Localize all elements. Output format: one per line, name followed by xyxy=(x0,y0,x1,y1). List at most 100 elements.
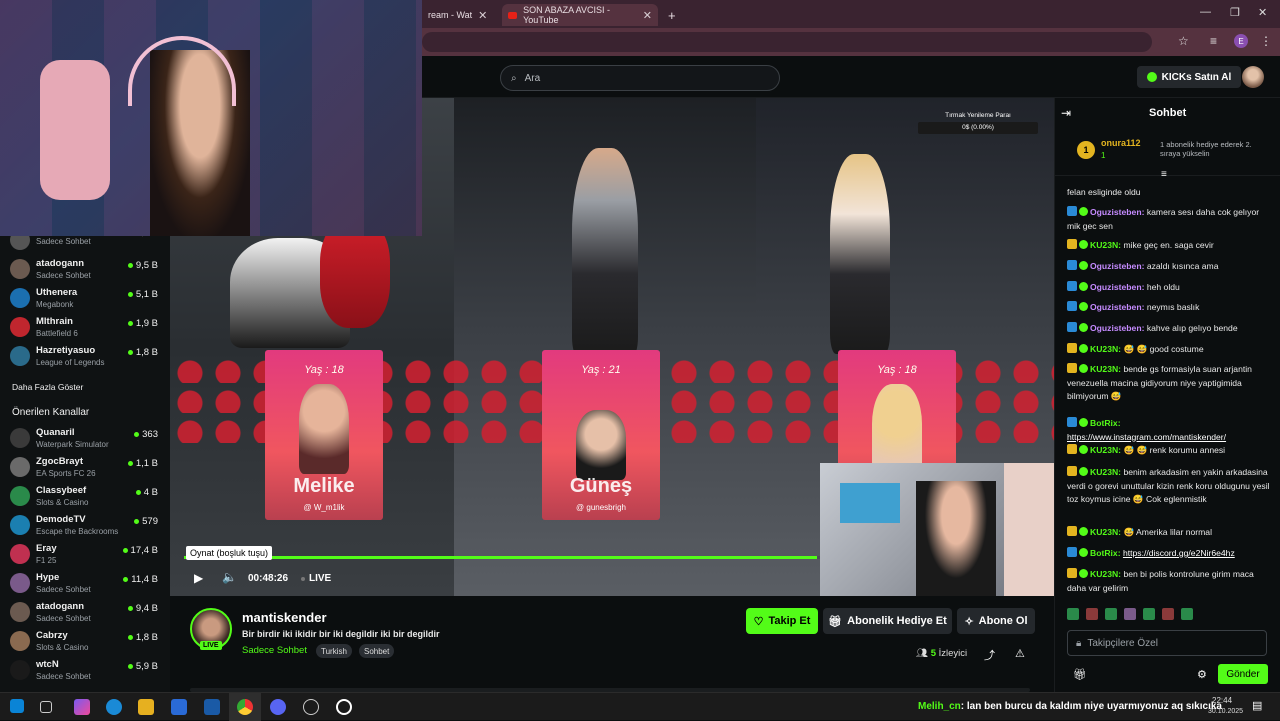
browser-tab-youtube[interactable]: SON ABAZA AVCISI - YouTube ✕ xyxy=(502,4,658,26)
channel-name: Uthenera xyxy=(36,287,78,298)
contestant-photo xyxy=(576,410,626,480)
task-view-icon[interactable] xyxy=(40,701,52,713)
browser-tab[interactable]: ream - Wat ✕ xyxy=(422,4,493,26)
obs-icon[interactable] xyxy=(303,699,319,715)
sidebar-channel[interactable]: Eray F1 25 17,4 B xyxy=(10,541,162,569)
chat-username[interactable]: KU23N: xyxy=(1090,467,1121,477)
sidebar-channel[interactable]: wtcN Sadece Sohbet 5,9 B xyxy=(10,657,162,685)
chat-input[interactable]: 🔒︎ Takipçilere Özel xyxy=(1067,630,1267,656)
kicks-coin-icon xyxy=(1146,72,1157,82)
viewer-count: 9,4 B xyxy=(127,603,158,614)
avatar xyxy=(10,515,30,535)
sidebar-channel[interactable]: Quanaril Waterpark Simulator 363 xyxy=(10,425,162,453)
gift-sub-button[interactable]: 🎁︎ Abonelik Hediye Et xyxy=(823,608,952,634)
card-handle: @ W_m1lik xyxy=(303,503,345,512)
chat-username[interactable]: KU23N: xyxy=(1090,527,1121,537)
buy-kicks-button[interactable]: KICKs Satın Al xyxy=(1137,66,1241,88)
progress-bar[interactable] xyxy=(184,556,830,559)
emote[interactable] xyxy=(1143,608,1155,620)
overlay-value: 0$ (0.00%) xyxy=(918,122,1038,134)
user-badge-icon xyxy=(1067,568,1077,578)
sidebar-channel[interactable]: DemodeTV Escape the Backrooms 579 xyxy=(10,512,162,540)
sub-badge-icon xyxy=(1079,207,1088,216)
windows-start-icon[interactable] xyxy=(10,699,24,713)
minimize-icon[interactable]: — xyxy=(1200,6,1211,18)
chat-link[interactable]: https://discord.gg/e2Nir6e4hz xyxy=(1123,548,1235,558)
emote[interactable] xyxy=(1067,608,1079,620)
chat-settings-icon[interactable]: ⚙ xyxy=(1197,668,1207,681)
emote[interactable] xyxy=(1181,608,1193,620)
close-window-icon[interactable]: ✕ xyxy=(1258,6,1267,19)
chat-username[interactable]: Oguzisteben: xyxy=(1090,302,1144,312)
profile-avatar[interactable]: E xyxy=(1234,34,1248,48)
gift-box-icon[interactable]: 🎁︎ xyxy=(1073,668,1087,681)
sidebar-channel[interactable]: Hype Sadece Sohbet 11,4 B xyxy=(10,570,162,598)
restore-icon[interactable]: ❐ xyxy=(1230,6,1240,19)
sub-badge-icon xyxy=(1079,569,1088,578)
sidebar-channel[interactable]: Hazretiyasuo League of Legends 1,8 B xyxy=(10,343,162,371)
gift-prompt: 1 abonelik hediye ederek 2. sıraya yükse… xyxy=(1160,140,1252,158)
pin-filter-icon[interactable]: ≡ xyxy=(1161,169,1167,180)
sidebar-channel[interactable]: ZgocBrayt EA Sports FC 26 1,1 B xyxy=(10,454,162,482)
bookmark-star-icon[interactable]: ☆ xyxy=(1178,34,1189,48)
chat-username[interactable]: Oguzisteben: xyxy=(1090,207,1144,217)
notification-icon[interactable]: ▤ xyxy=(1252,699,1262,712)
search-input[interactable]: ⌕ Ara xyxy=(500,65,780,91)
sidebar-channel[interactable]: Classybeef Slots & Casino 4 B xyxy=(10,483,162,511)
emote[interactable] xyxy=(1124,608,1136,620)
show-more-link[interactable]: Daha Fazla Göster xyxy=(12,382,83,392)
chat-username[interactable]: KU23N: xyxy=(1090,364,1121,374)
tag-turkish[interactable]: Turkish xyxy=(316,644,352,658)
app-icon[interactable] xyxy=(336,699,352,715)
channel-name[interactable]: mantiskender xyxy=(242,610,327,625)
emote[interactable] xyxy=(1086,608,1098,620)
menu-dots-icon[interactable]: ⋮ xyxy=(1260,34,1272,48)
avatar xyxy=(10,346,30,366)
sidebar-channel[interactable]: Cabrzy Slots & Casino 1,8 B xyxy=(10,628,162,656)
chrome-icon[interactable] xyxy=(237,699,253,715)
sidebar-channel[interactable]: atadogann Sadece Sohbet 9,5 B xyxy=(10,256,162,284)
emote[interactable] xyxy=(1105,608,1117,620)
chat-username[interactable]: Oguzisteben: xyxy=(1090,323,1144,333)
chat-username[interactable]: KU23N: xyxy=(1090,344,1121,354)
sidebar-channel[interactable]: Uthenera Megabonk 5,1 B xyxy=(10,285,162,313)
play-icon[interactable]: ▶ xyxy=(194,571,203,585)
tag-sohbet[interactable]: Sohbet xyxy=(359,644,395,658)
sidebar-channel[interactable]: atadogann Sadece Sohbet 9,4 B xyxy=(10,599,162,627)
chat-username[interactable]: Oguzisteben: xyxy=(1090,261,1144,271)
store-icon[interactable] xyxy=(171,699,187,715)
file-explorer-icon[interactable] xyxy=(138,699,154,715)
emote[interactable] xyxy=(1162,608,1174,620)
outlook-icon[interactable] xyxy=(204,699,220,715)
edge-icon[interactable] xyxy=(106,699,122,715)
send-button[interactable]: Gönder xyxy=(1218,664,1268,684)
report-icon[interactable]: ⚠ xyxy=(1015,647,1025,660)
chat-link[interactable]: https://www.instagram.com/mantiskender/ xyxy=(1067,432,1226,442)
chat-username[interactable]: KU23N: xyxy=(1090,569,1121,579)
share-icon[interactable]: ⤴ xyxy=(984,647,995,663)
chat-username[interactable]: KU23N: xyxy=(1090,445,1121,455)
sidebar-channel[interactable]: Mlthrain Battlefield 6 1,9 B xyxy=(10,314,162,342)
close-tab-icon[interactable]: ✕ xyxy=(643,9,652,22)
volume-icon[interactable]: 🔈 xyxy=(222,570,237,584)
subscribe-button[interactable]: ✧ Abone Ol xyxy=(957,608,1035,634)
chat-username[interactable]: BotRix: xyxy=(1090,548,1121,558)
channel-category: League of Legends xyxy=(36,358,105,367)
media-queue-icon[interactable]: ≡ xyxy=(1210,34,1217,48)
channel-info: LIVE mantiskender Bir birdir iki ikidir … xyxy=(170,596,1054,692)
close-tab-icon[interactable]: ✕ xyxy=(478,9,487,22)
copilot-icon[interactable] xyxy=(74,699,90,715)
collapse-chat-icon[interactable]: ⇥ xyxy=(1061,106,1071,120)
chat-username[interactable]: KU23N: xyxy=(1090,240,1121,250)
viewer-count: 5,1 B xyxy=(127,289,158,300)
new-tab-button[interactable]: + xyxy=(662,4,682,26)
user-avatar[interactable] xyxy=(1242,66,1264,88)
chat-input-placeholder: Takipçilere Özel xyxy=(1087,637,1158,649)
follow-button[interactable]: ♡ Takip Et xyxy=(746,608,818,634)
stream-category[interactable]: Sadece Sohbet xyxy=(242,645,307,656)
chat-username[interactable]: Oguzisteben: xyxy=(1090,282,1144,292)
discord-icon[interactable] xyxy=(270,699,286,715)
chat-username[interactable]: BotRix: xyxy=(1090,418,1121,428)
channel-category: Sadece Sohbet xyxy=(36,237,91,246)
address-field[interactable] xyxy=(422,32,1152,52)
